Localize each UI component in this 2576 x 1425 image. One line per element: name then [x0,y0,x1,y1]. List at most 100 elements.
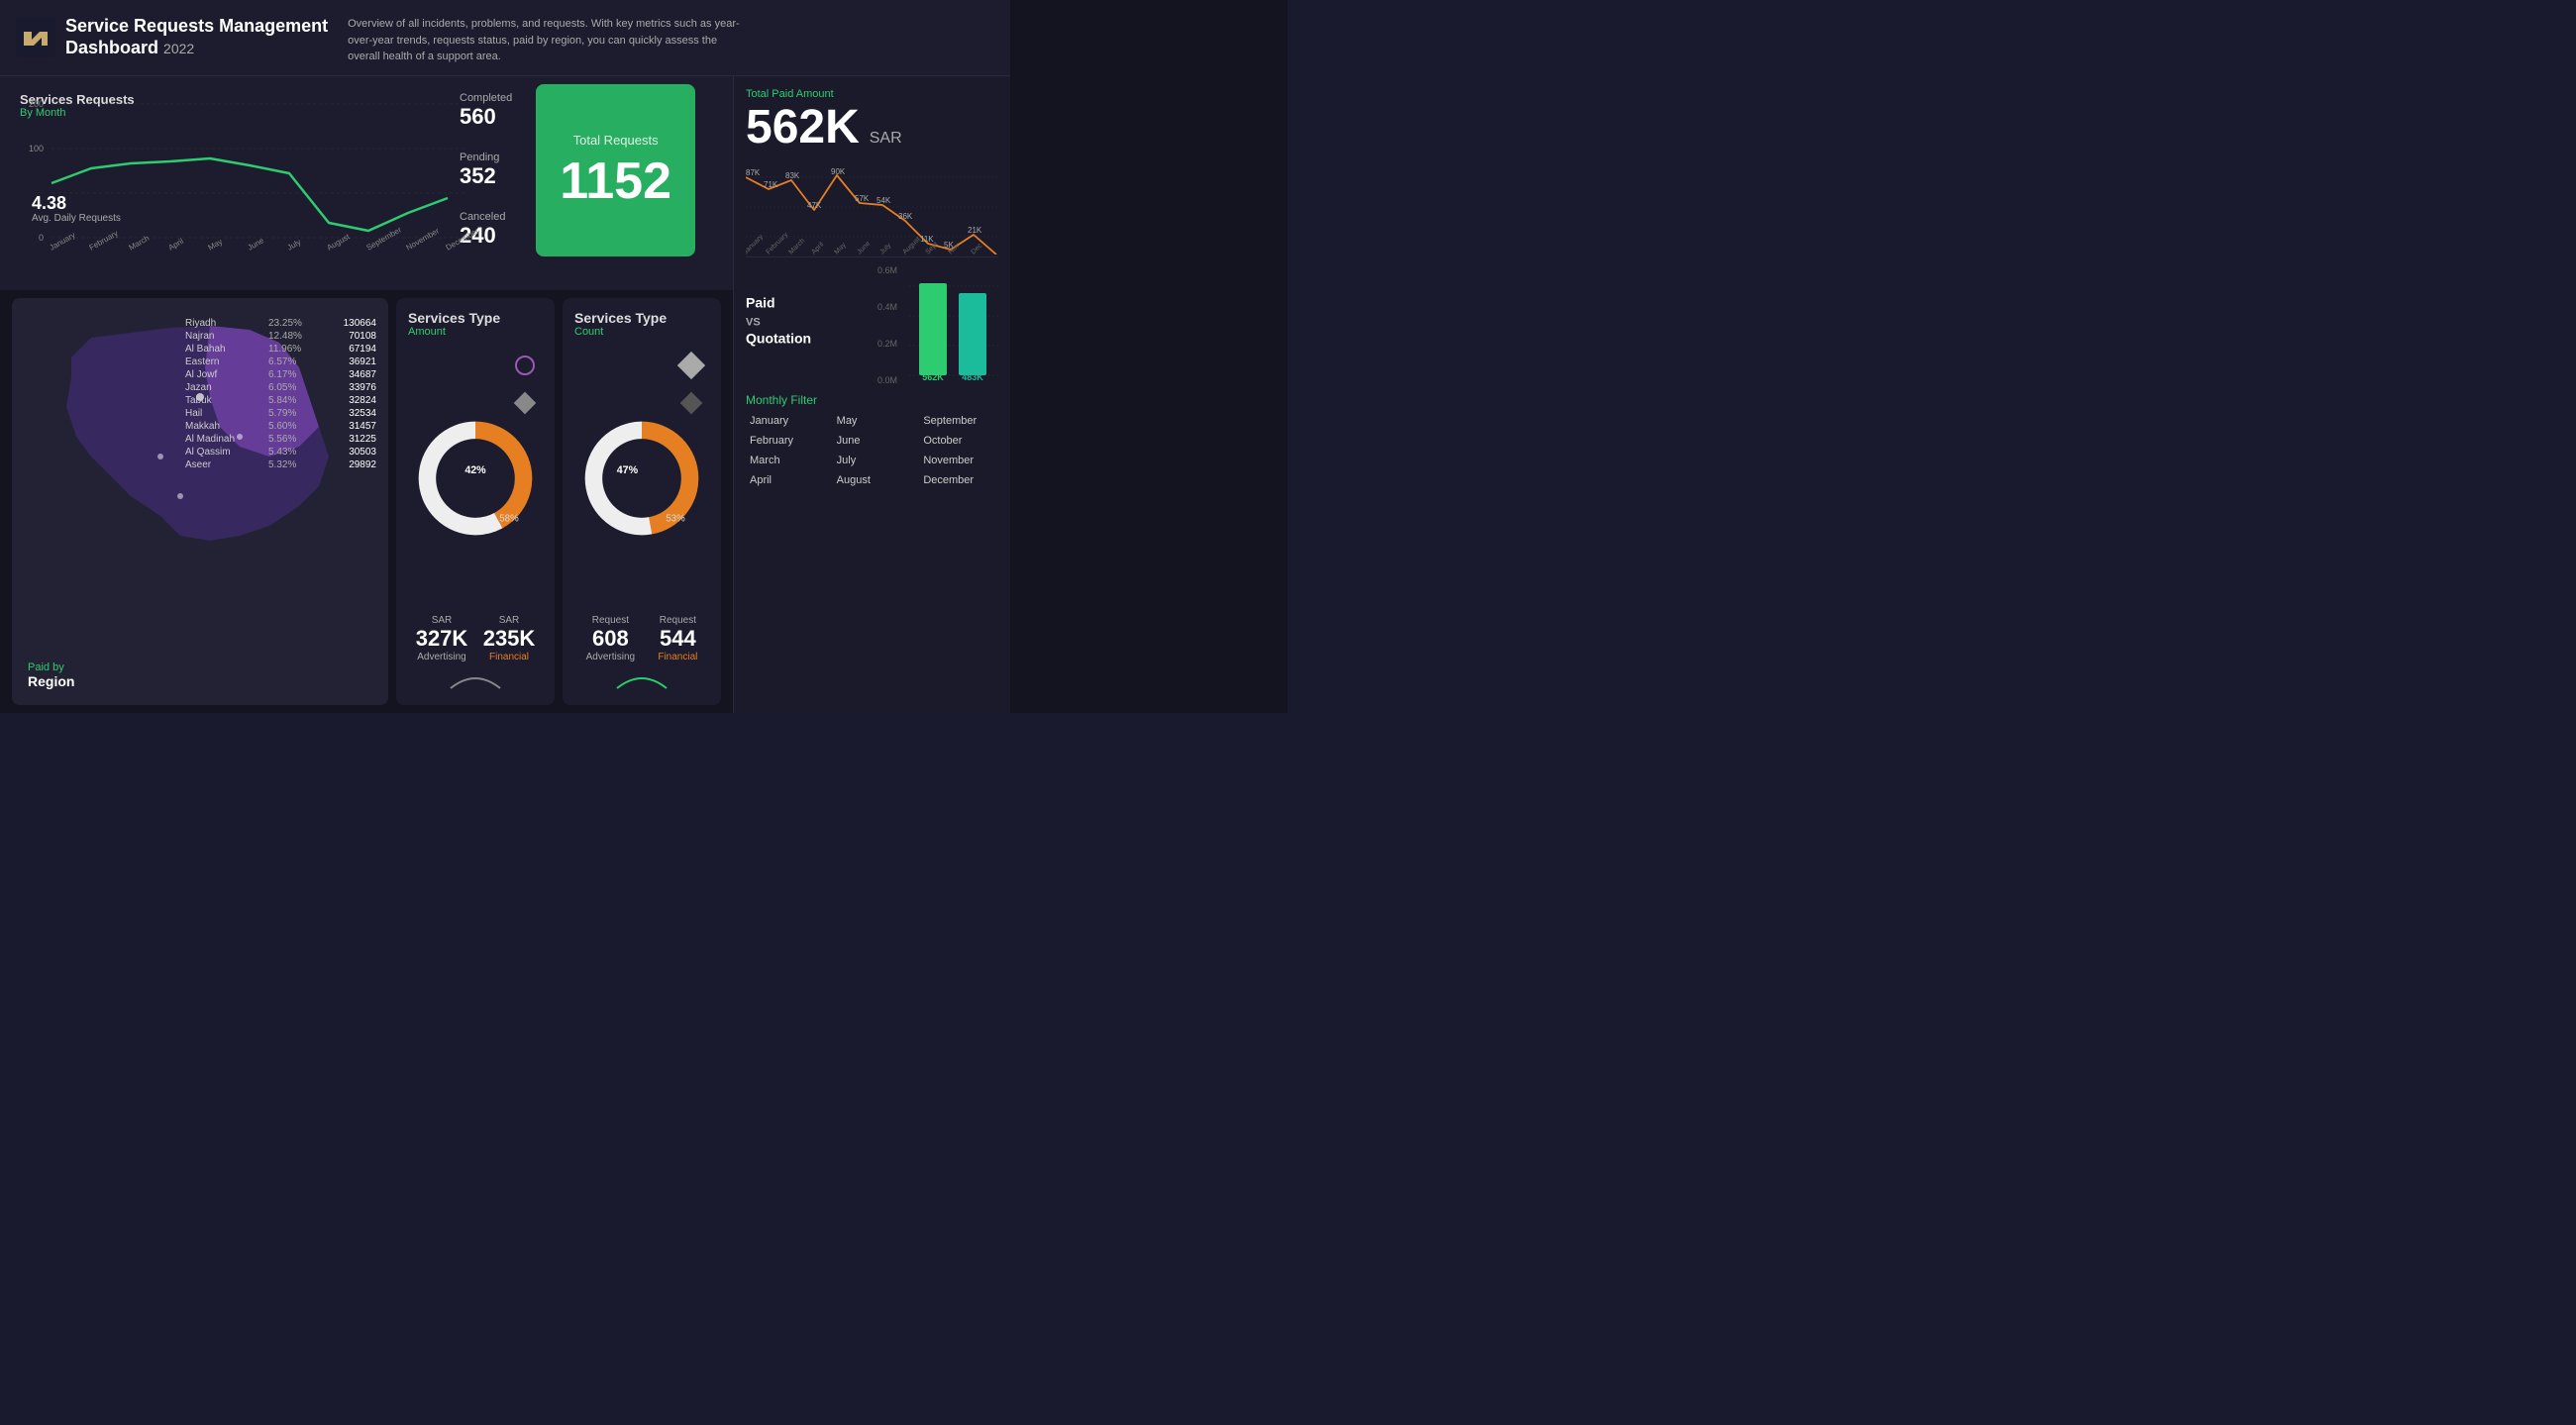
svg-text:August: August [326,232,353,253]
legend-diamond-icon [514,391,537,414]
months-grid: January May September February June October Ma… [746,413,998,488]
map-card: Riyadh23.25%130664 Najran12.48%70108 Al Ba… [12,298,388,706]
svg-text:February: February [88,228,120,252]
legend-circle-icon [515,356,535,375]
svg-text:90K: 90K [831,167,846,176]
svg-text:100: 100 [29,144,44,153]
services-amount-donut: 42% 58% [408,346,543,612]
total-requests-card: Total Requests 1152 [536,84,695,256]
svg-text:Dec: Dec [970,242,983,254]
services-amount-subtitle: Amount [408,326,543,338]
legend-diamond3-icon [680,391,703,414]
paid-vs-label: Paid VS Quotation [746,294,811,349]
svg-text:May: May [207,237,225,252]
table-row: Tabuk5.84%32824 [185,395,376,406]
bar-chart-area: Paid VS Quotation 0.6M 0.4M 0.2M 0.0M [746,256,998,385]
svg-text:February: February [765,231,789,254]
logo-area: Service Requests Management Dashboard 20… [16,16,328,58]
line-chart-svg: 200 100 0 January February March April M… [12,94,487,253]
svg-text:January: January [49,230,77,252]
svg-text:May: May [833,241,848,254]
month-filter-item[interactable]: March [746,453,825,468]
svg-text:53%: 53% [666,513,685,524]
table-row: Eastern6.57%36921 [185,356,376,367]
svg-text:36K: 36K [898,212,913,221]
dashboard: Service Requests Management Dashboard 20… [0,0,1288,713]
table-row: Jazan6.05%33976 [185,382,376,393]
svg-text:January: January [746,233,765,254]
advertising-count-label: Request 608 Advertising [586,615,635,662]
table-row: Makkah5.60%31457 [185,421,376,432]
month-filter-item[interactable]: May [833,413,912,429]
month-filter-item[interactable]: December [919,472,998,488]
financial-count-label: Request 544 Financial [658,615,697,662]
svg-text:June: June [856,240,872,254]
table-row: Al Qassim5.43%30503 [185,447,376,458]
table-row: Al Jowf6.17%34687 [185,369,376,380]
table-row: Al Madinah5.56%31225 [185,434,376,445]
month-filter-item[interactable]: February [746,433,825,449]
svg-text:March: March [128,233,152,252]
month-filter-item[interactable]: September [919,413,998,429]
svg-text:July: July [878,242,892,254]
bottom-row: Riyadh23.25%130664 Najran12.48%70108 Al Ba… [0,290,733,714]
services-count-donut: 47% 53% [574,346,709,612]
svg-text:562K: 562K [922,372,944,382]
total-requests-value: 1152 [560,155,671,207]
table-row: Najran12.48%70108 [185,331,376,342]
month-filter-item[interactable]: July [833,453,912,468]
financial-amount-label: SAR 235K Financial [483,615,536,662]
svg-text:87K: 87K [746,168,761,177]
month-filter-item[interactable]: April [746,472,825,488]
header: Service Requests Management Dashboard 20… [0,0,1010,76]
main-content: Service Requests Management Dashboard 20… [0,0,1010,713]
month-filter-item[interactable]: January [746,413,825,429]
table-row: Aseer5.32%29892 [185,459,376,470]
bottom-arc2-svg [612,668,671,693]
monthly-filter-title: Monthly Filter [746,393,998,407]
svg-text:47%: 47% [617,464,639,476]
svg-text:0: 0 [39,233,44,243]
month-filter-item[interactable]: August [833,472,912,488]
services-count-card: Services Type Count 47% 53% [563,298,721,706]
dashboard-title: Service Requests Management Dashboard 20… [65,16,328,58]
total-paid-label: Total Paid Amount [746,88,998,100]
advertising-amount-label: SAR 327K Advertising [416,615,468,662]
legend-diamond2-icon [677,351,705,378]
line-chart-container: Services Requests By Month 4.38 Avg. Dai… [12,84,432,282]
svg-text:December: December [445,226,481,252]
table-row: Al Bahah11.96%67194 [185,344,376,355]
svg-text:47K: 47K [807,201,822,210]
svg-text:71K: 71K [764,180,778,189]
table-row: Hail5.79%32534 [185,408,376,419]
header-title: Service Requests Management Dashboard 20… [65,16,328,58]
table-row: Riyadh23.25%130664 [185,318,376,329]
svg-text:April: April [167,236,186,252]
body-grid: Services Requests By Month 4.38 Avg. Dai… [0,76,1010,714]
month-filter-item[interactable]: October [919,433,998,449]
total-requests-label: Total Requests [573,133,659,148]
svg-text:58%: 58% [499,513,519,524]
chart-stats-row: Services Requests By Month 4.38 Avg. Dai… [0,76,733,290]
svg-text:March: March [787,237,806,254]
left-section: Services Requests By Month 4.38 Avg. Dai… [0,76,733,714]
svg-text:42%: 42% [464,464,486,476]
svg-text:57K: 57K [855,194,870,203]
svg-text:July: July [286,237,303,252]
total-paid-unit: SAR [870,130,902,148]
amount-labels-row: SAR 327K Advertising SAR 235K Financial [408,611,543,662]
donut-amount-svg: 42% 58% [408,409,543,548]
count-labels-row: Request 608 Advertising Request 544 Fina… [574,611,709,662]
services-count-subtitle: Count [574,326,709,338]
svg-text:August: August [901,236,921,254]
sparkline-area: 87K 71K 83K 47K 90K 57K 54K 36K 11K 5K 2… [746,167,998,256]
svg-text:483K: 483K [962,372,983,382]
month-filter-item[interactable]: November [919,453,998,468]
services-count-title: Services Type [574,310,709,326]
month-filter-item[interactable]: June [833,433,912,449]
svg-text:June: June [247,235,266,252]
svg-text:83K: 83K [785,171,800,180]
services-amount-card: Services Type Amount 42% [396,298,555,706]
svg-text:54K: 54K [876,196,891,205]
logo-icon [16,18,55,57]
